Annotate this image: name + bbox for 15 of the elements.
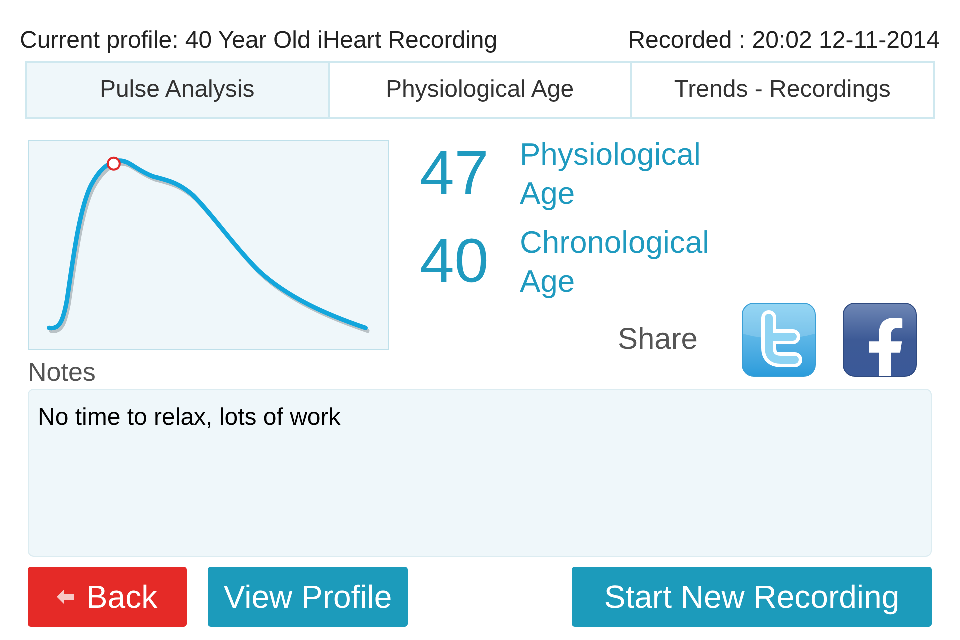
notes-field[interactable]: No time to relax, lots of work [28, 389, 932, 557]
share-label: Share [618, 322, 698, 358]
facebook-icon[interactable] [843, 303, 917, 377]
twitter-icon[interactable] [742, 303, 816, 377]
tab[interactable]: Pulse Analysis [27, 63, 328, 117]
peak-marker-icon [107, 156, 121, 171]
left-arrow-icon [57, 590, 74, 604]
age-label: Physiological Age [520, 136, 702, 213]
age-value: 40 [420, 231, 490, 293]
back-button[interactable]: Back [28, 567, 187, 627]
notes-label: Notes [28, 357, 97, 387]
age-label: Chronological Age [520, 224, 711, 301]
profile-title: Current profile: 40 Year Old iHeart Recording [20, 27, 498, 55]
recorded-time: Recorded : 20:02 12-11-2014 [628, 27, 940, 55]
age-value: 47 [420, 143, 490, 205]
